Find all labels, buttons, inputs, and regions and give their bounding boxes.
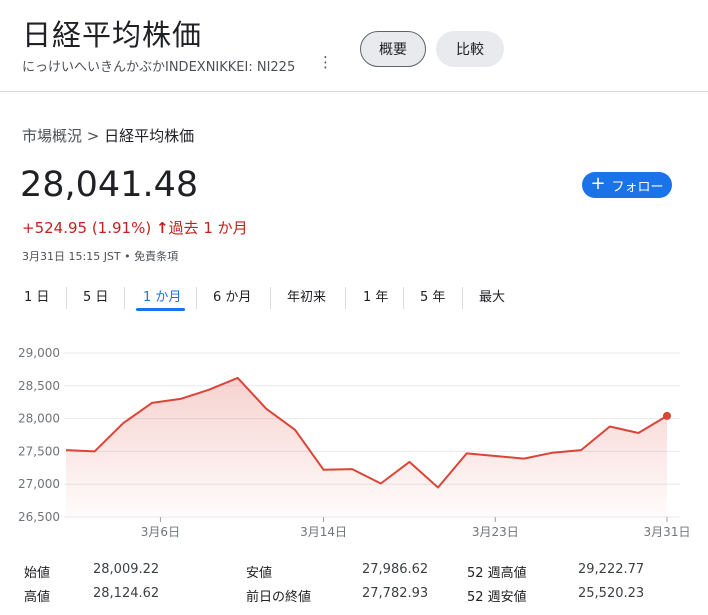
stat-label: 高値: [24, 590, 51, 605]
price-change: +524.95 (1.91%) ↑過去 1 か月: [22, 217, 248, 238]
range-divider: [66, 287, 67, 309]
x-tick-label: 3月14日: [300, 525, 347, 539]
stat-value: 28,009.22: [93, 562, 160, 577]
y-tick-label: 26,500: [18, 510, 60, 524]
range-max[interactable]: 最大: [479, 286, 505, 305]
range-1d[interactable]: 1 日: [24, 286, 49, 305]
follow-button[interactable]: + フォロー: [582, 172, 672, 198]
y-tick-label: 27,000: [18, 477, 60, 491]
stat-value: 27,986.62: [362, 562, 429, 577]
ticker-subtitle: にっけいへいきんかぶかINDEXNIKKEI: NI225: [22, 60, 296, 75]
breadcrumb-parent[interactable]: 市場概況: [22, 127, 82, 145]
stat-value: 25,520.23: [578, 586, 645, 601]
x-tick-label: 3月31日: [644, 525, 691, 539]
range-divider: [196, 287, 197, 309]
y-tick-label: 29,000: [18, 346, 60, 360]
active-range-underline: [136, 308, 185, 311]
range-5d[interactable]: 5 日: [83, 286, 108, 305]
x-tick-label: 3月23日: [472, 525, 519, 539]
range-divider: [403, 287, 404, 309]
range-1y[interactable]: 1 年: [363, 286, 388, 305]
page-title: 日経平均株価: [22, 18, 203, 52]
stat-label: 52 週高値: [467, 566, 527, 581]
stats-table: 始値 28,009.22 安値 27,986.62 52 週高値 29,222.…: [0, 562, 708, 612]
y-tick-label: 28,500: [18, 379, 60, 393]
tab-compare[interactable]: 比較: [436, 31, 504, 67]
price-area-fill: [66, 377, 667, 517]
range-5y[interactable]: 5 年: [420, 286, 445, 305]
arrow-up-icon: ↑: [155, 219, 169, 237]
x-tick-label: 3月6日: [141, 525, 180, 539]
stat-label: 始値: [24, 566, 51, 581]
more-options-icon[interactable]: ⋮: [318, 53, 333, 71]
stat-value: 28,124.62: [93, 586, 160, 601]
header-divider: [0, 91, 708, 92]
stat-label: 安値: [246, 566, 273, 581]
breadcrumb-separator: >: [86, 127, 100, 145]
y-tick-label: 28,000: [18, 412, 60, 426]
change-period: 過去 1 か月: [168, 219, 248, 237]
current-price: 28,041.48: [20, 165, 199, 205]
range-divider: [124, 287, 125, 309]
breadcrumb-current: 日経平均株価: [104, 127, 195, 145]
range-1m[interactable]: 1 か月: [143, 286, 181, 305]
stat-label: 52 週安値: [467, 590, 527, 605]
range-ytd[interactable]: 年初来: [287, 286, 326, 305]
timestamp: 3月31日 15:15 JST • 免責条項: [22, 250, 179, 263]
stat-value: 29,222.77: [578, 562, 645, 577]
breadcrumb: 市場概況 > 日経平均株価: [22, 125, 194, 146]
price-chart[interactable]: 29,000 28,500 28,000 27,500 27,000 26,500 3月6…: [0, 335, 708, 545]
y-tick-label: 27,500: [18, 444, 60, 458]
stat-value: 27,782.93: [362, 586, 429, 601]
last-price-dot: [663, 411, 671, 420]
tab-overview[interactable]: 概要: [360, 31, 426, 67]
range-divider: [462, 287, 463, 309]
plus-icon: +: [590, 173, 606, 194]
range-divider: [345, 287, 346, 309]
change-value: +524.95 (1.91%): [22, 219, 152, 237]
stat-label: 前日の終値: [246, 590, 312, 605]
follow-label: フォロー: [611, 179, 664, 195]
range-divider: [270, 287, 271, 309]
range-tabs: 1 日 5 日 1 か月 6 か月 年初来 1 年 5 年 最大: [0, 286, 708, 311]
range-6m[interactable]: 6 か月: [213, 286, 251, 305]
